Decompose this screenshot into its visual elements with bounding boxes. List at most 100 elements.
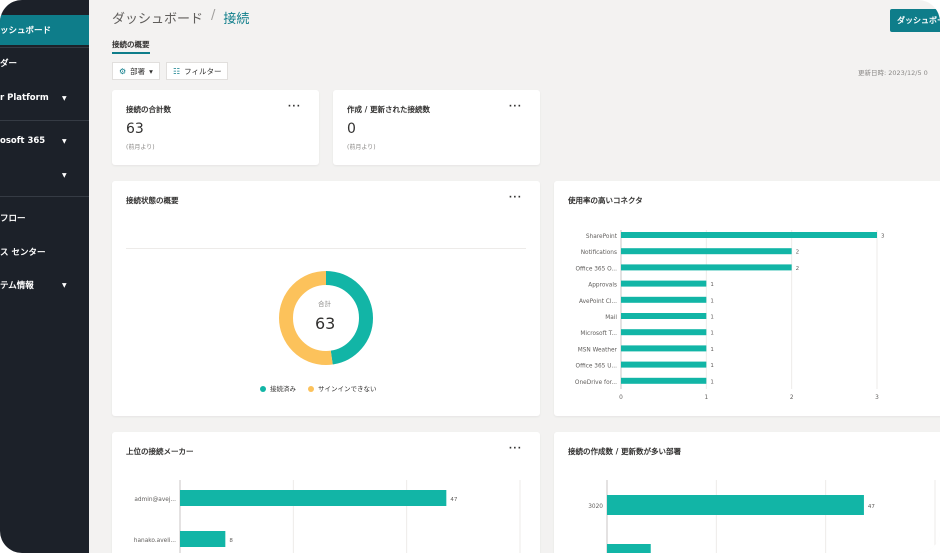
chevron-down-icon: ▼ xyxy=(62,171,67,179)
kpi-value: 0 xyxy=(347,121,356,137)
bar-value-label: 1 xyxy=(710,298,714,304)
kpi-card-created-updated: 作成 / 更新された接続数 ··· 0 (前月より) xyxy=(333,90,540,165)
bar-category-label: 3020 xyxy=(588,504,603,510)
filter-icon: ☷ xyxy=(172,66,181,76)
gear-icon: ⚙ xyxy=(119,66,127,76)
breadcrumb-current: 接続 xyxy=(223,12,250,27)
bar xyxy=(621,313,707,319)
x-tick-label: 1 xyxy=(704,395,708,401)
bar-value-label: 47 xyxy=(868,504,875,510)
bar-category-label: Mail xyxy=(605,315,617,321)
bar-category-label: OneDrive for... xyxy=(575,380,617,386)
chevron-down-icon: ▼ xyxy=(62,281,67,289)
legend-label: サインインできない xyxy=(318,385,377,393)
sidebar-item-flow[interactable]: フロー xyxy=(0,203,89,233)
breadcrumb: ダッシュボード / 接続 xyxy=(112,8,249,27)
sidebar-item-label: ス センター xyxy=(0,248,46,258)
top-makers-card: 上位の接続メーカー ··· admin@avej... 47 hanako.avel… xyxy=(112,432,540,553)
sidebar-divider xyxy=(0,120,89,121)
dashboard-button[interactable]: ダッシュボード xyxy=(890,9,940,32)
filter-label: フィルター xyxy=(184,66,222,76)
department-card: 接続の作成数 / 更新数が多い部署 3020 47 xyxy=(554,432,940,553)
chevron-down-icon: ▼ xyxy=(62,94,67,102)
legend-dot xyxy=(260,386,266,392)
kpi-subtext: (前月より) xyxy=(347,144,376,151)
bar-category-label: admin@avej... xyxy=(134,497,176,503)
sidebar-item-access-center[interactable]: ス センター xyxy=(0,237,89,267)
top-makers-chart: admin@avej... 47 hanako.aveli... 8 xyxy=(134,480,521,553)
more-icon[interactable]: ··· xyxy=(288,102,301,112)
bar-category-label: MSN Weather xyxy=(578,347,618,353)
bar-category-label: Office 365 U... xyxy=(576,364,618,370)
sidebar-item-microsoft-365[interactable]: osoft 365 ▼ xyxy=(0,126,89,156)
chevron-down-icon: ▾ xyxy=(149,66,153,76)
legend-label: 接続済み xyxy=(270,385,296,393)
sidebar-item-dashboard[interactable]: ッシュボード xyxy=(0,15,89,45)
connection-status-card: 接続状態の概要 ··· 合計 63 接続済み サインインできない xyxy=(112,181,540,416)
donut-legend: 接続済み サインインできない xyxy=(260,383,377,393)
sidebar-item-system-info[interactable]: テム情報 ▼ xyxy=(0,270,89,300)
sidebar-item-power-platform[interactable]: r Platform ▼ xyxy=(0,83,89,113)
bar-value-label: 3 xyxy=(881,234,885,240)
bar-category-label: Approvals xyxy=(588,283,617,289)
bar xyxy=(621,361,707,368)
bar-value-label: 1 xyxy=(710,331,714,337)
legend-item-signin-failed[interactable]: サインインできない xyxy=(308,383,377,393)
bar xyxy=(607,495,864,515)
x-tick-label: 0 xyxy=(619,395,623,401)
bar-value-label: 1 xyxy=(710,282,714,288)
kpi-subtext: (前月より) xyxy=(126,144,155,151)
sidebar-item-label: フロー xyxy=(0,214,26,224)
bar xyxy=(621,296,707,303)
bar xyxy=(621,377,707,384)
filter-button[interactable]: ☷ フィルター xyxy=(165,62,229,80)
updated-timestamp: 更新日時: 2023/12/5 0 xyxy=(858,69,928,77)
chevron-down-icon: ▼ xyxy=(62,137,67,145)
bar-category-label: Microsoft T... xyxy=(580,331,617,337)
bar xyxy=(180,490,447,506)
sidebar-item-label: osoft 365 xyxy=(0,136,46,146)
breadcrumb-separator: / xyxy=(211,8,216,23)
bar-value-label: 2 xyxy=(796,250,800,256)
bar xyxy=(621,248,792,255)
bar xyxy=(621,345,707,352)
scope-label: 部署 xyxy=(130,66,146,76)
bar-value-label: 1 xyxy=(710,315,714,321)
bar-value-label: 2 xyxy=(796,266,800,272)
more-icon[interactable]: ··· xyxy=(509,102,522,112)
scope-dropdown[interactable]: ⚙ 部署 ▾ xyxy=(112,62,160,80)
sidebar-top-text: ･･･ xyxy=(0,0,11,5)
bar xyxy=(621,232,877,238)
bar-value-label: 8 xyxy=(229,538,233,544)
bar-category-label: Notifications xyxy=(581,250,617,256)
app-frame: ･･･ ッシュボード ダー r Platform ▼ osoft 365 ▼ ▼… xyxy=(0,0,940,553)
bar-value-label: 1 xyxy=(710,363,714,369)
connector-usage-card: 使用率の高いコネクタ SharePoint 3 Notifications 2 Offi… xyxy=(554,181,940,416)
toolbar: ⚙ 部署 ▾ ☷ フィルター xyxy=(112,62,229,80)
bar xyxy=(621,329,707,336)
sidebar-item-reader[interactable]: ダー xyxy=(0,48,89,78)
card-title: 作成 / 更新された接続数 xyxy=(347,105,430,114)
bar xyxy=(180,531,226,547)
sidebar-item-label: ダー xyxy=(0,59,18,69)
sidebar-item-label: テム情報 xyxy=(0,281,34,291)
connector-usage-chart: SharePoint 3 Notifications 2 Office 365 O...… xyxy=(575,230,885,401)
x-tick-label: 3 xyxy=(875,395,879,401)
x-tick-label: 2 xyxy=(790,395,794,401)
bar-category-label: hanako.aveli... xyxy=(134,538,176,544)
tab-connection-overview[interactable]: 接続の概要 xyxy=(112,39,150,54)
bar-category-label: AvePoint Cl... xyxy=(579,299,617,305)
sidebar-item-label: ッシュボード xyxy=(0,26,52,36)
sidebar-item-collapsed[interactable]: ▼ xyxy=(0,160,89,190)
bar xyxy=(607,544,651,553)
donut-center-value: 63 xyxy=(315,314,336,333)
breadcrumb-root[interactable]: ダッシュボード xyxy=(112,8,203,27)
legend-item-connected[interactable]: 接続済み xyxy=(260,383,296,393)
sidebar: ･･･ ッシュボード ダー r Platform ▼ osoft 365 ▼ ▼… xyxy=(0,0,89,553)
kpi-value: 63 xyxy=(126,121,144,137)
card-title: 接続の合計数 xyxy=(126,105,171,114)
bar xyxy=(621,280,707,287)
bar-value-label: 1 xyxy=(710,347,714,353)
legend-dot xyxy=(308,386,314,392)
sidebar-divider xyxy=(0,196,89,197)
